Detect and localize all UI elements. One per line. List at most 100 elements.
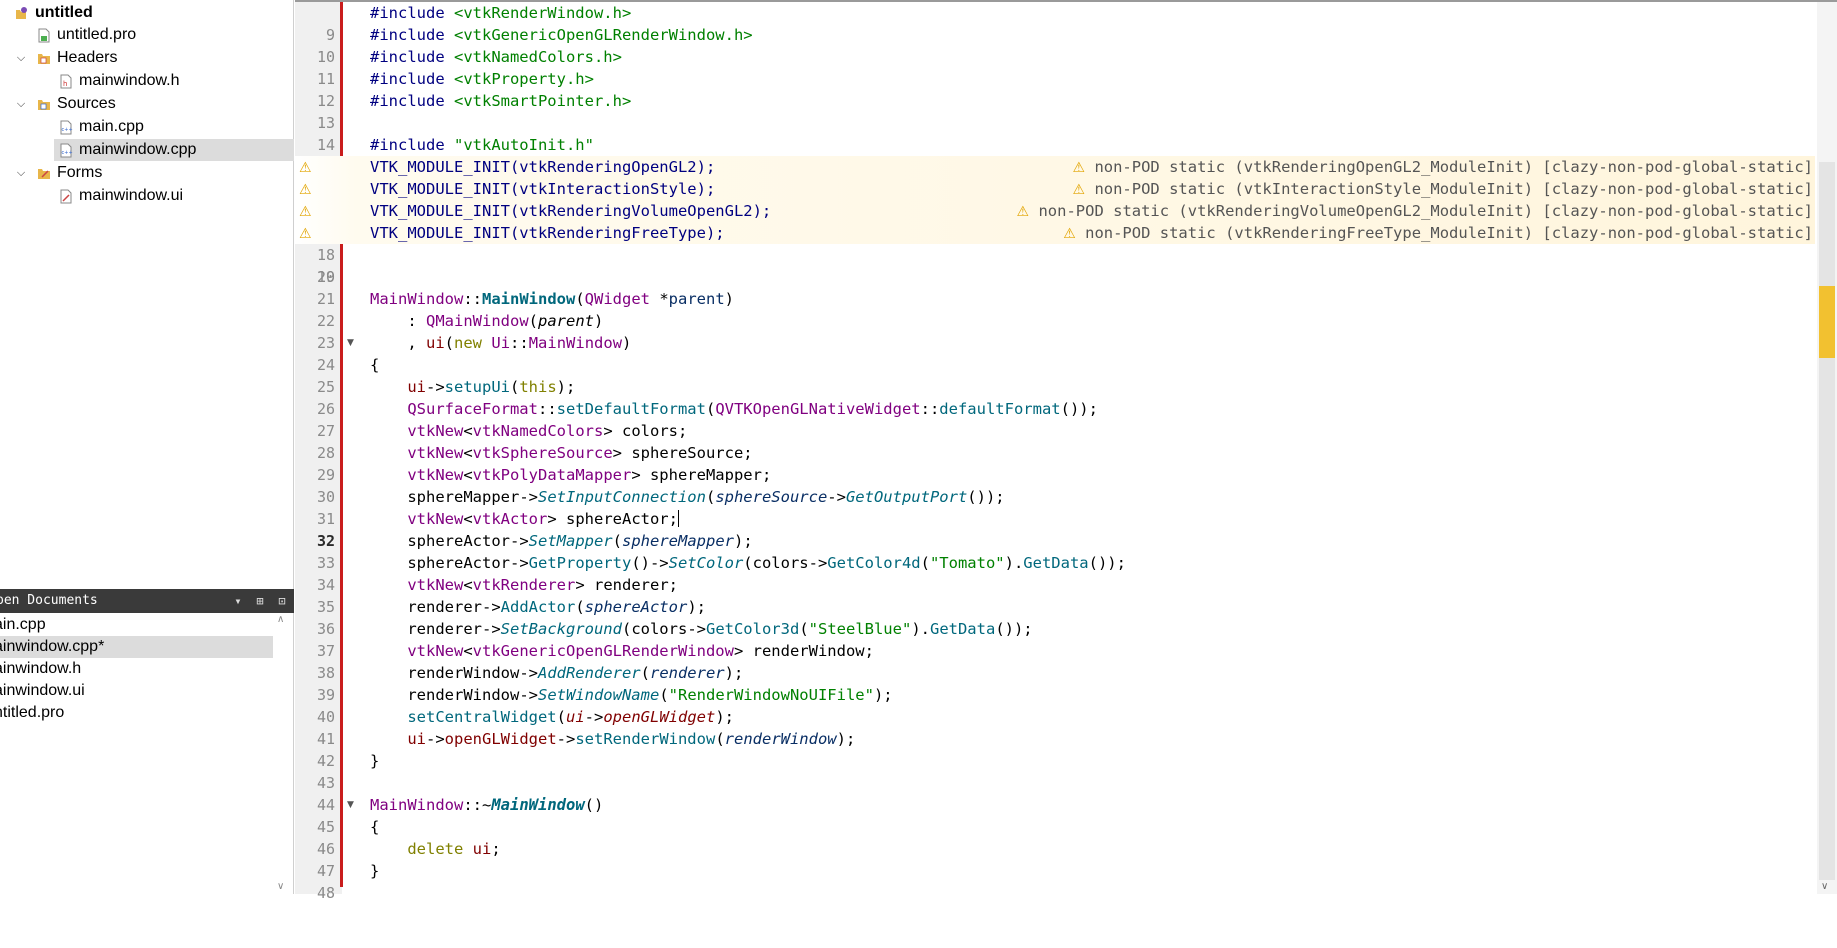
code-line[interactable]: 12 #include <vtkProperty.h> bbox=[295, 68, 1815, 110]
code-line[interactable]: 47 delete ui; bbox=[295, 838, 1815, 880]
warning-icon[interactable]: ⚠ bbox=[299, 201, 312, 223]
code-line[interactable]: 25 { bbox=[295, 354, 1815, 396]
tree-item-headers[interactable]: ⌵ Headers bbox=[0, 47, 294, 69]
code-line[interactable]: 24 ▼ , ui(new Ui::MainWindow) bbox=[295, 332, 1815, 374]
warning-annotation[interactable]: ⚠ non-POD static (vtkRenderingFreeType_M… bbox=[1063, 222, 1813, 245]
tree-item-main-cpp[interactable]: c++ main.cpp bbox=[0, 116, 294, 138]
open-doc-label: ainwindow.ui bbox=[0, 682, 85, 699]
code-line[interactable]: 42 ui->openGLWidget->setRenderWindow(ren… bbox=[295, 728, 1815, 770]
fold-arrow-icon[interactable]: ▼ bbox=[347, 332, 354, 354]
line-code: delete ui; bbox=[407, 840, 501, 858]
tree-item-forms[interactable]: ⌵ Forms bbox=[0, 162, 294, 184]
line-code: #include "vtkAutoInit.h" bbox=[370, 136, 594, 154]
warning-annotation[interactable]: ⚠ non-POD static (vtkRenderingVolumeOpen… bbox=[1017, 200, 1813, 223]
left-sidebar: untitled untitled.pro ⌵ Headers h mainwi… bbox=[0, 0, 294, 894]
tree-item-label: mainwindow.h bbox=[79, 72, 180, 89]
warning-icon[interactable]: ⚠ bbox=[299, 179, 312, 201]
fold-arrow-icon[interactable]: ▼ bbox=[347, 794, 354, 816]
open-doc-item[interactable]: ainwindow.h bbox=[0, 658, 273, 680]
tree-item-mainwindow-cpp[interactable]: c++ mainwindow.cpp bbox=[0, 139, 294, 161]
code-line[interactable]: 43 } bbox=[295, 750, 1815, 792]
warning-scroll-marker[interactable] bbox=[1819, 286, 1835, 358]
code-line[interactable]: 15 #include "vtkAutoInit.h" bbox=[295, 134, 1815, 176]
line-code: { bbox=[370, 818, 380, 836]
code-line[interactable]: 41 setCentralWidget(ui->openGLWidget); bbox=[295, 706, 1815, 748]
warning-annotation[interactable]: ⚠ non-POD static (vtkInteractionStyle_Mo… bbox=[1073, 178, 1813, 201]
code-line-warning[interactable]: ⚠ 16 VTK_MODULE_INIT(vtkRenderingOpenGL2… bbox=[295, 156, 1815, 220]
code-line[interactable]: 11 #include <vtkNamedColors.h> bbox=[295, 46, 1815, 88]
open-doc-label: ain.cpp bbox=[0, 616, 46, 633]
tree-item-mainwindow-ui[interactable]: mainwindow.ui bbox=[0, 185, 294, 207]
open-documents-list: ain.cpp ainwindow.cpp* ainwindow.h ainwi… bbox=[0, 614, 294, 894]
code-line[interactable]: 23 : QMainWindow(parent) bbox=[295, 310, 1815, 352]
line-code: VTK_MODULE_INIT(vtkRenderingFreeType); bbox=[370, 224, 725, 242]
code-line[interactable]: 31 sphereMapper->SetInputConnection(sphe… bbox=[295, 486, 1815, 528]
code-line[interactable]: 45 ▼ MainWindow::~MainWindow() bbox=[295, 794, 1815, 836]
code-line[interactable]: 21 bbox=[295, 266, 1815, 308]
code-line[interactable]: 44 bbox=[295, 772, 1815, 814]
code-line[interactable]: 14 bbox=[295, 112, 1815, 154]
code-line[interactable]: 39 renderWindow->AddRenderer(renderer); bbox=[295, 662, 1815, 704]
line-number: 48 bbox=[316, 884, 335, 902]
code-line[interactable]: 29 vtkNew<vtkSphereSource> sphereSource; bbox=[295, 442, 1815, 484]
line-code: } bbox=[370, 862, 380, 880]
open-doc-item[interactable]: ntitled.pro bbox=[0, 702, 273, 724]
code-line[interactable]: 26 ui->setupUi(this); bbox=[295, 376, 1815, 418]
open-documents-title: pen Documents bbox=[0, 593, 98, 608]
code-line[interactable]: 30 vtkNew<vtkPolyDataMapper> sphereMappe… bbox=[295, 464, 1815, 506]
code-line[interactable]: 38 vtkNew<vtkGenericOpenGLRenderWindow> … bbox=[295, 640, 1815, 682]
line-code: sphereMapper->SetInputConnection(sphereS… bbox=[370, 488, 1005, 506]
code-line[interactable]: 33 sphereActor->SetMapper(sphereMapper); bbox=[295, 530, 1815, 572]
chevron-down-icon[interactable]: ⌵ bbox=[14, 47, 28, 69]
code-line[interactable]: 9 #include <vtkRenderWindow.h> bbox=[295, 2, 1815, 44]
close-pane-icon[interactable]: ⊡ bbox=[272, 589, 292, 613]
code-line[interactable]: 34 sphereActor->GetProperty()->SetColor(… bbox=[295, 552, 1815, 594]
warning-icon: ⚠ bbox=[1072, 160, 1086, 176]
open-doc-item[interactable]: ain.cpp bbox=[0, 614, 273, 636]
chevron-down-icon[interactable]: ⌵ bbox=[14, 162, 28, 184]
warning-icon[interactable]: ⚠ bbox=[299, 157, 312, 179]
chevron-down-icon[interactable]: ⌵ bbox=[14, 93, 28, 115]
warning-icon[interactable]: ⚠ bbox=[299, 223, 312, 245]
code-line-warning[interactable]: ⚠ 17 VTK_MODULE_INIT(vtkInteractionStyle… bbox=[295, 178, 1815, 242]
tree-item-untitled-pro[interactable]: untitled.pro bbox=[0, 24, 294, 46]
scrollbar-thumb[interactable] bbox=[1819, 162, 1835, 880]
open-doc-label: ainwindow.h bbox=[0, 660, 82, 677]
code-line[interactable]: 13 #include <vtkSmartPointer.h> bbox=[295, 90, 1815, 132]
code-line[interactable]: 36 renderer->AddActor(sphereActor); bbox=[295, 596, 1815, 638]
code-line[interactable]: 20 bbox=[295, 244, 1815, 286]
code-line-current[interactable]: 32 vtkNew<vtkActor> sphereActor; bbox=[295, 508, 1815, 550]
code-line[interactable]: 28 vtkNew<vtkNamedColors> colors; bbox=[295, 420, 1815, 462]
tree-item-label: Headers bbox=[57, 49, 118, 66]
code-line[interactable]: 22 MainWindow::MainWindow(QWidget *paren… bbox=[295, 288, 1815, 330]
open-documents-header: pen Documents ▾ ⊞ ⊡ bbox=[0, 589, 294, 613]
scroll-up-icon[interactable]: ∧ bbox=[277, 614, 284, 625]
scroll-down-icon[interactable]: ∨ bbox=[1821, 881, 1828, 892]
tree-item-project[interactable]: untitled bbox=[0, 2, 294, 24]
warning-annotation[interactable]: ⚠ non-POD static (vtkRenderingOpenGL2_Mo… bbox=[1073, 156, 1813, 179]
scroll-down-icon[interactable]: ∨ bbox=[277, 881, 284, 892]
dropdown-arrow-icon[interactable]: ▾ bbox=[228, 589, 248, 613]
line-code: sphereActor->GetProperty()->SetColor(col… bbox=[370, 554, 1126, 572]
tree-item-sources[interactable]: ⌵ Sources bbox=[0, 93, 294, 115]
editor-vertical-scrollbar[interactable]: ∨ bbox=[1817, 2, 1837, 894]
open-doc-item[interactable]: ainwindow.cpp* bbox=[0, 636, 273, 658]
code-line[interactable]: 27 QSurfaceFormat::setDefaultFormat(QVTK… bbox=[295, 398, 1815, 440]
code-line-warning[interactable]: ⚠ 19 VTK_MODULE_INIT(vtkRenderingFreeTyp… bbox=[295, 222, 1815, 286]
open-doc-item[interactable]: ainwindow.ui bbox=[0, 680, 273, 702]
ui-file-icon bbox=[60, 189, 72, 204]
open-documents-scrollbar[interactable]: ∧ ∨ bbox=[273, 614, 293, 894]
code-line[interactable]: 37 renderer->SetBackground(colors->GetCo… bbox=[295, 618, 1815, 660]
svg-text:c++: c++ bbox=[62, 150, 73, 156]
code-line[interactable]: 48 } bbox=[295, 860, 1815, 902]
code-line[interactable]: 46 { bbox=[295, 816, 1815, 858]
line-code: #include <vtkSmartPointer.h> bbox=[370, 92, 632, 110]
code-line-warning[interactable]: ⚠ 18 VTK_MODULE_INIT(vtkRenderingVolumeO… bbox=[295, 200, 1815, 264]
code-line[interactable]: 35 vtkNew<vtkRenderer> renderer; bbox=[295, 574, 1815, 616]
code-line[interactable]: 10 #include <vtkGenericOpenGLRenderWindo… bbox=[295, 24, 1815, 66]
tree-item-mainwindow-h[interactable]: h mainwindow.h bbox=[0, 70, 294, 92]
line-code: renderWindow->SetWindowName("RenderWindo… bbox=[370, 686, 893, 704]
split-icon[interactable]: ⊞ bbox=[250, 589, 270, 613]
code-line[interactable]: 40 renderWindow->SetWindowName("RenderWi… bbox=[295, 684, 1815, 726]
code-editor[interactable]: 9 #include <vtkRenderWindow.h> 10 #inclu… bbox=[295, 0, 1837, 902]
